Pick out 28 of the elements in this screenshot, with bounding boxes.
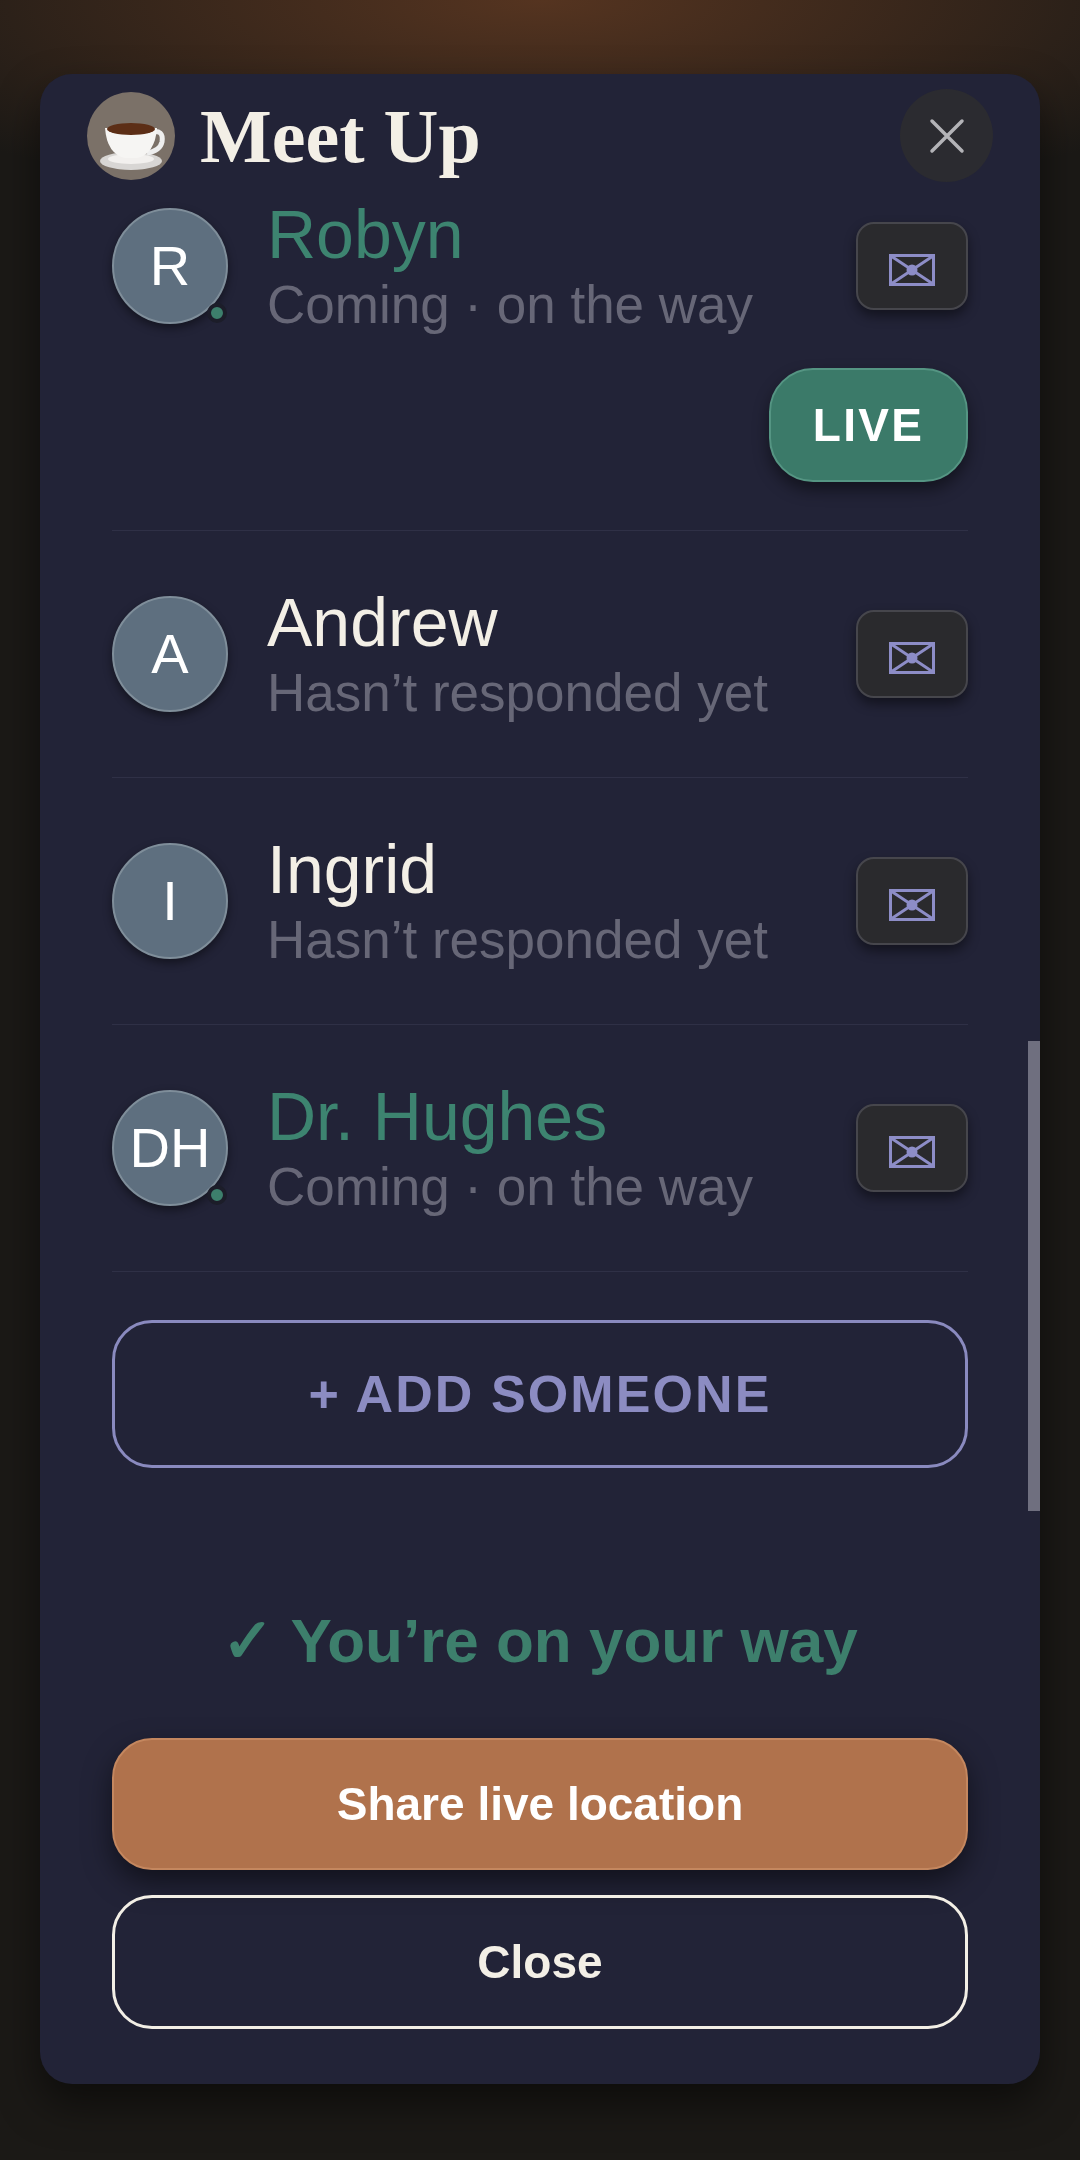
- coffee-cup-icon: [87, 91, 175, 180]
- envelope-icon: [889, 254, 935, 286]
- message-button[interactable]: [856, 857, 968, 945]
- envelope-icon: [889, 889, 935, 921]
- member-name: Ingrid: [267, 830, 439, 908]
- envelope-icon: [889, 1136, 935, 1168]
- add-person-button[interactable]: + ADD SOMEONE: [112, 1320, 968, 1468]
- member-name: Dr. Hughes: [267, 1077, 609, 1155]
- message-button[interactable]: [856, 610, 968, 698]
- avatar: R: [112, 208, 228, 324]
- member-status: Hasn’t responded yet: [267, 662, 769, 724]
- live-badge: LIVE: [769, 368, 968, 482]
- member-status: Coming · on the way: [267, 274, 755, 336]
- avatar: DH: [112, 1090, 228, 1206]
- member-status: Coming · on the way: [267, 1156, 755, 1218]
- share-location-button[interactable]: Share live location: [112, 1738, 968, 1870]
- close-icon: [928, 117, 965, 154]
- avatar: I: [112, 843, 228, 959]
- member-name: Andrew: [267, 583, 499, 661]
- avatar: A: [112, 596, 228, 712]
- member-name: Robyn: [267, 195, 465, 273]
- message-button[interactable]: [856, 222, 968, 310]
- message-button[interactable]: [856, 1104, 968, 1192]
- close-button[interactable]: Close: [112, 1895, 968, 2029]
- envelope-icon: [889, 642, 935, 674]
- scrollbar-thumb[interactable]: [1028, 1041, 1040, 1511]
- member-status: Hasn’t responded yet: [267, 909, 769, 971]
- status-message: ✓ You’re on your way: [222, 1605, 858, 1677]
